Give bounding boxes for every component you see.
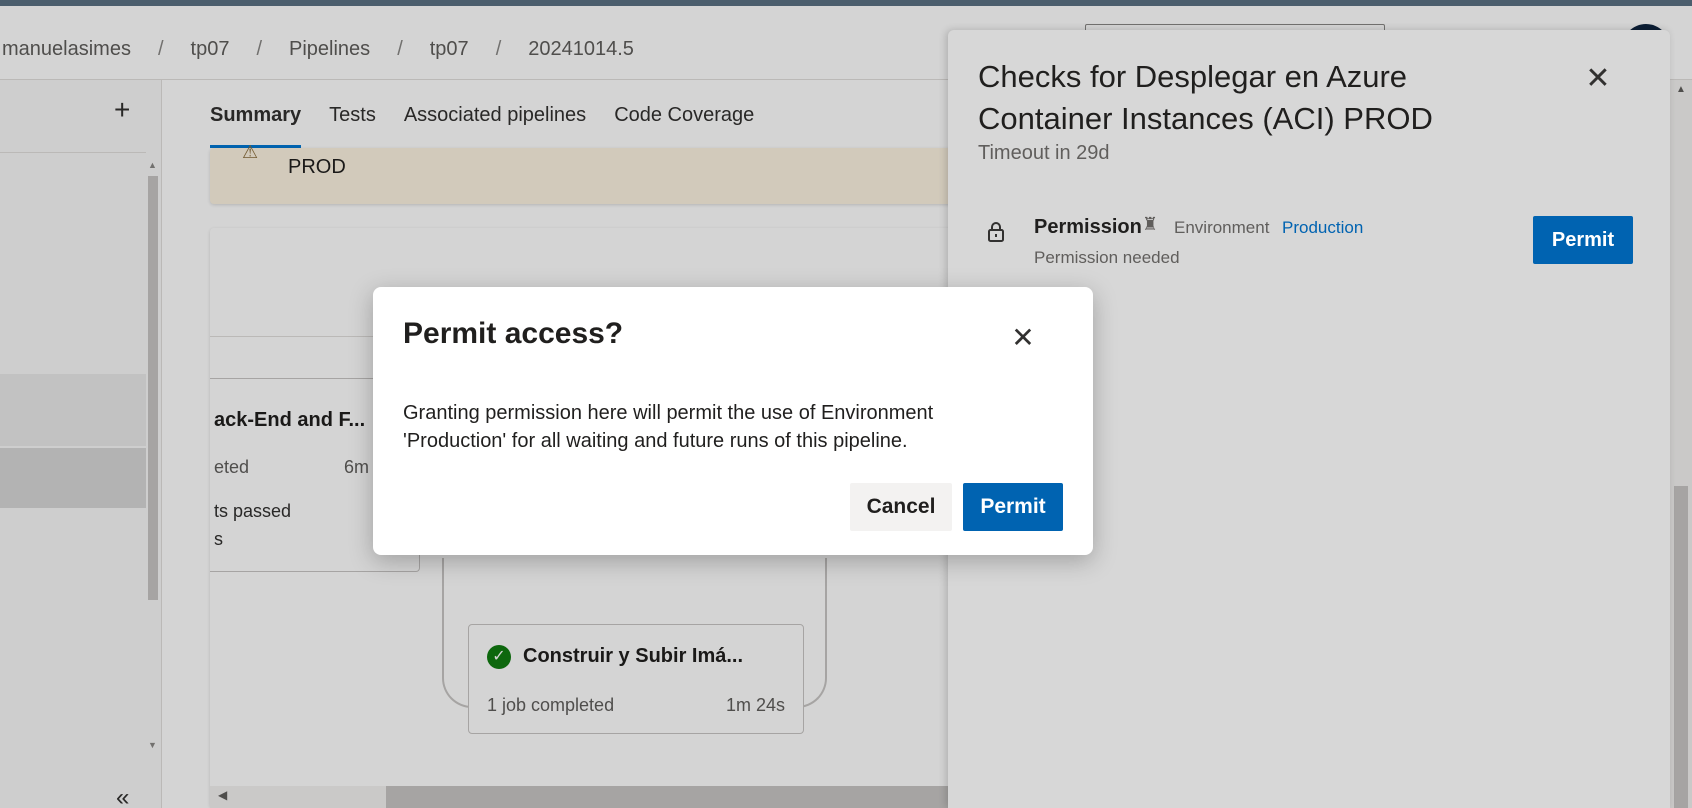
permit-access-dialog: Permit access? ✕ Granting permission her… [373, 287, 1093, 555]
cancel-button[interactable]: Cancel [850, 483, 952, 531]
check-row-permission: Permission ♜ Environment Production Perm… [978, 210, 1638, 280]
panel-permit-button[interactable]: Permit [1533, 216, 1633, 264]
check-resource-type: Environment [1174, 218, 1270, 237]
dialog-body: Granting permission here will permit the… [403, 402, 934, 452]
environment-link[interactable]: Production [1282, 218, 1363, 238]
close-icon[interactable]: ✕ [1584, 64, 1612, 94]
close-icon[interactable]: ✕ [1009, 324, 1037, 353]
lock-icon [988, 222, 1004, 242]
dialog-title: Permit access? [403, 317, 624, 350]
panel-title: Checks for Desplegar en Azure Container … [978, 59, 1433, 136]
panel-timeout: Timeout in 29d [978, 142, 1110, 164]
check-status: Permission needed [1034, 248, 1180, 267]
check-name: Permission [1034, 216, 1142, 238]
environment-icon: ♜ [1142, 214, 1159, 234]
permit-button[interactable]: Permit [963, 483, 1063, 531]
